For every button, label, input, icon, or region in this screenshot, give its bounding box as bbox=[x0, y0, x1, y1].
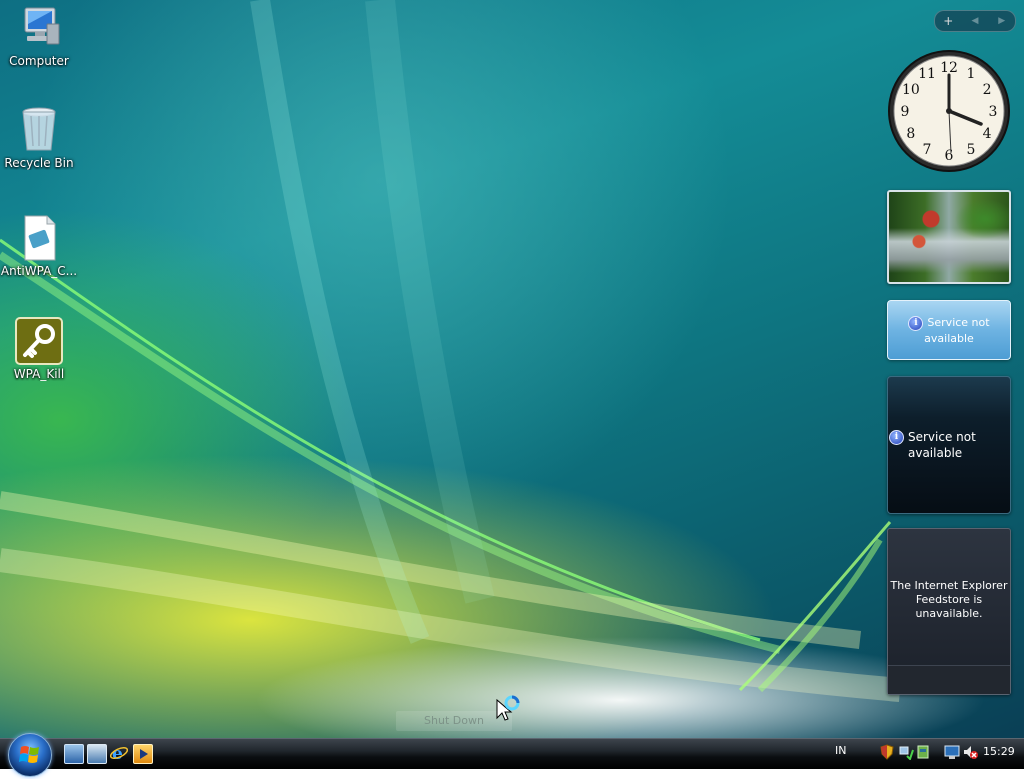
computer-icon bbox=[15, 4, 63, 52]
svg-text:e: e bbox=[112, 744, 123, 762]
busy-cursor-icon bbox=[496, 695, 520, 721]
key-icon bbox=[15, 317, 63, 365]
weather-message-line2: available bbox=[908, 446, 963, 460]
feeds-message-line2: Feedstore is bbox=[915, 593, 983, 606]
volume-muted-icon[interactable] bbox=[962, 744, 978, 760]
sidebar-controls: + ◀ ▶ bbox=[934, 10, 1016, 32]
internet-explorer-icon[interactable]: e bbox=[109, 744, 129, 764]
shut-down-label: Shut Down bbox=[396, 711, 512, 731]
add-gadget-button[interactable]: + bbox=[935, 11, 962, 31]
security-shield-icon[interactable] bbox=[879, 744, 895, 760]
clock-numeral: 7 bbox=[923, 142, 932, 158]
clock-numeral: 4 bbox=[983, 126, 992, 142]
stocks-message-line2: available bbox=[924, 331, 974, 345]
stocks-message-line1: i Service not bbox=[888, 315, 1010, 331]
stocks-gadget[interactable]: i Service not available bbox=[887, 300, 1011, 360]
network-icon[interactable] bbox=[898, 744, 914, 761]
feed-headlines-gadget[interactable]: The Internet Explorer Feedstore is unava… bbox=[887, 528, 1011, 695]
media-player-icon[interactable] bbox=[133, 744, 153, 764]
language-indicator[interactable]: IN bbox=[835, 744, 846, 757]
desktop-icon-recycle-bin[interactable]: Recycle Bin bbox=[0, 106, 79, 170]
desktop-background[interactable]: Computer Recycle Bin AntiWPA_C... WPA_Ki… bbox=[0, 0, 1024, 738]
clock-numeral: 2 bbox=[983, 82, 992, 98]
clock-numeral: 6 bbox=[945, 148, 954, 164]
clock-numeral: 11 bbox=[918, 66, 936, 82]
show-desktop-icon[interactable] bbox=[64, 744, 84, 764]
switch-windows-icon[interactable] bbox=[87, 744, 107, 764]
clock-numeral: 8 bbox=[906, 126, 915, 142]
feeds-gadget-footer bbox=[888, 665, 1010, 694]
desktop-icon-wpa-kill[interactable]: WPA_Kill bbox=[0, 317, 79, 381]
start-button[interactable] bbox=[8, 733, 52, 777]
clock-numeral: 5 bbox=[967, 142, 976, 158]
clock-face: 12 1234567891011 bbox=[888, 50, 1010, 172]
weather-message-line1: i Service not bbox=[889, 429, 1010, 445]
clock-gadget[interactable]: 12 1 2 3 4 5 6 7 8 9 10 11 bbox=[886, 48, 1012, 174]
recycle-bin-icon bbox=[15, 106, 63, 154]
previous-page-button[interactable]: ◀ bbox=[962, 11, 989, 31]
slideshow-gadget[interactable] bbox=[887, 190, 1011, 284]
clock-numeral: 9 bbox=[901, 104, 910, 120]
sync-icon[interactable] bbox=[915, 744, 931, 760]
weather-gadget[interactable]: i Service not available bbox=[887, 376, 1011, 514]
info-icon: i bbox=[908, 315, 924, 331]
feeds-message-line3: unavailable. bbox=[915, 607, 983, 620]
taskbar bbox=[0, 738, 1024, 769]
display-icon[interactable] bbox=[944, 744, 960, 760]
taskbar-clock[interactable]: 15:29 bbox=[983, 745, 1015, 758]
clock-numeral: 1 bbox=[967, 66, 976, 82]
next-page-button[interactable]: ▶ bbox=[988, 11, 1015, 31]
desktop-icon-computer[interactable]: Computer bbox=[0, 4, 79, 68]
windows-logo-icon bbox=[19, 746, 39, 763]
wallpaper-streaks bbox=[0, 0, 902, 702]
document-icon bbox=[15, 214, 63, 262]
clock-numeral: 3 bbox=[989, 104, 998, 120]
desktop-icon-antiwpa[interactable]: AntiWPA_C... bbox=[0, 214, 79, 278]
feeds-message-line1: The Internet Explorer bbox=[890, 579, 1008, 592]
clock-numeral: 10 bbox=[902, 82, 920, 98]
info-icon: i bbox=[889, 430, 904, 445]
